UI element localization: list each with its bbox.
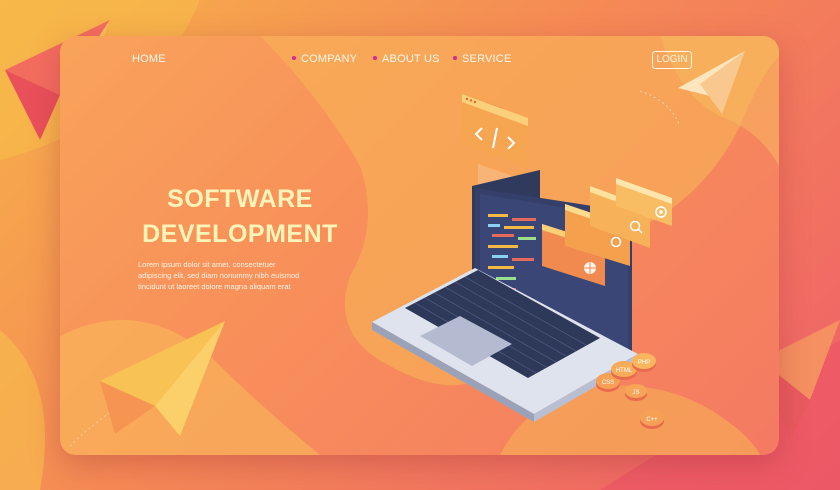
badge-js-label: JS — [632, 390, 639, 396]
badge-cpp: C++ — [640, 410, 664, 429]
badge-php: PHP — [632, 353, 656, 372]
badge-js: JS — [625, 384, 647, 401]
landing-card: HOME COMPANY ABOUT US SERVICE LOGIN SOFT… — [60, 36, 779, 455]
badge-cpp-label: C++ — [646, 417, 658, 423]
laptop-illustration: CSS HTML PHP JS C++ — [372, 94, 672, 429]
badge-html-label: HTML — [616, 368, 633, 374]
code-window — [462, 94, 528, 168]
badge-css-label: CSS — [602, 380, 614, 386]
badge-php-label: PHP — [638, 360, 650, 366]
